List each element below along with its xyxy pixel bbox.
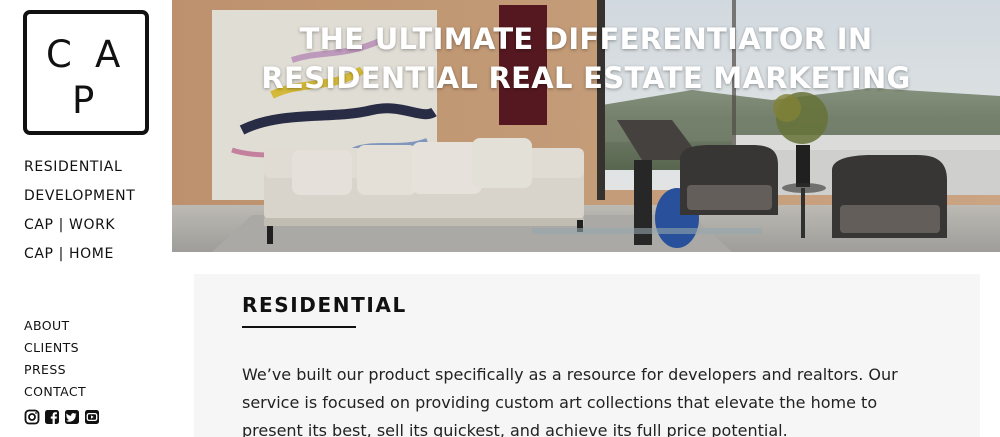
logo-letter-a: A xyxy=(95,33,121,76)
nav-clients[interactable]: CLIENTS xyxy=(24,340,86,362)
hero-banner: THE ULTIMATE DIFFERENTIATOR IN RESIDENTI… xyxy=(172,0,1000,252)
nav-press[interactable]: PRESS xyxy=(24,362,86,384)
nav-about[interactable]: ABOUT xyxy=(24,318,86,340)
nav-cap-home[interactable]: CAP | HOME xyxy=(24,245,135,274)
hero-title-line-1: THE ULTIMATE DIFFERENTIATOR IN xyxy=(299,22,873,56)
hero-title-line-2: RESIDENTIAL REAL ESTATE MARKETING xyxy=(261,61,911,95)
youtube-icon[interactable] xyxy=(84,409,100,425)
social-links xyxy=(24,409,100,425)
residential-section: RESIDENTIAL We’ve built our product spec… xyxy=(194,274,980,437)
nav-development[interactable]: DEVELOPMENT xyxy=(24,187,135,216)
nav-residential[interactable]: RESIDENTIAL xyxy=(24,158,135,187)
instagram-icon[interactable] xyxy=(24,409,40,425)
heading-underline xyxy=(242,326,356,328)
nav-contact[interactable]: CONTACT xyxy=(24,384,86,406)
section-heading: RESIDENTIAL xyxy=(242,293,407,317)
nav-cap-work[interactable]: CAP | WORK xyxy=(24,216,135,245)
section-body: We’ve built our product specifically as … xyxy=(242,365,898,437)
logo-letter-c: C xyxy=(46,33,72,76)
twitter-icon[interactable] xyxy=(64,409,80,425)
logo-letter-p: P xyxy=(72,79,95,122)
secondary-nav: ABOUT CLIENTS PRESS CONTACT xyxy=(24,318,86,406)
facebook-icon[interactable] xyxy=(44,409,60,425)
primary-nav: RESIDENTIAL DEVELOPMENT CAP | WORK CAP |… xyxy=(24,158,135,274)
sidebar: C A P RESIDENTIAL DEVELOPMENT CAP | WORK… xyxy=(0,0,172,437)
cap-logo[interactable]: C A P xyxy=(23,10,149,135)
hero-title: THE ULTIMATE DIFFERENTIATOR IN RESIDENTI… xyxy=(172,20,1000,98)
